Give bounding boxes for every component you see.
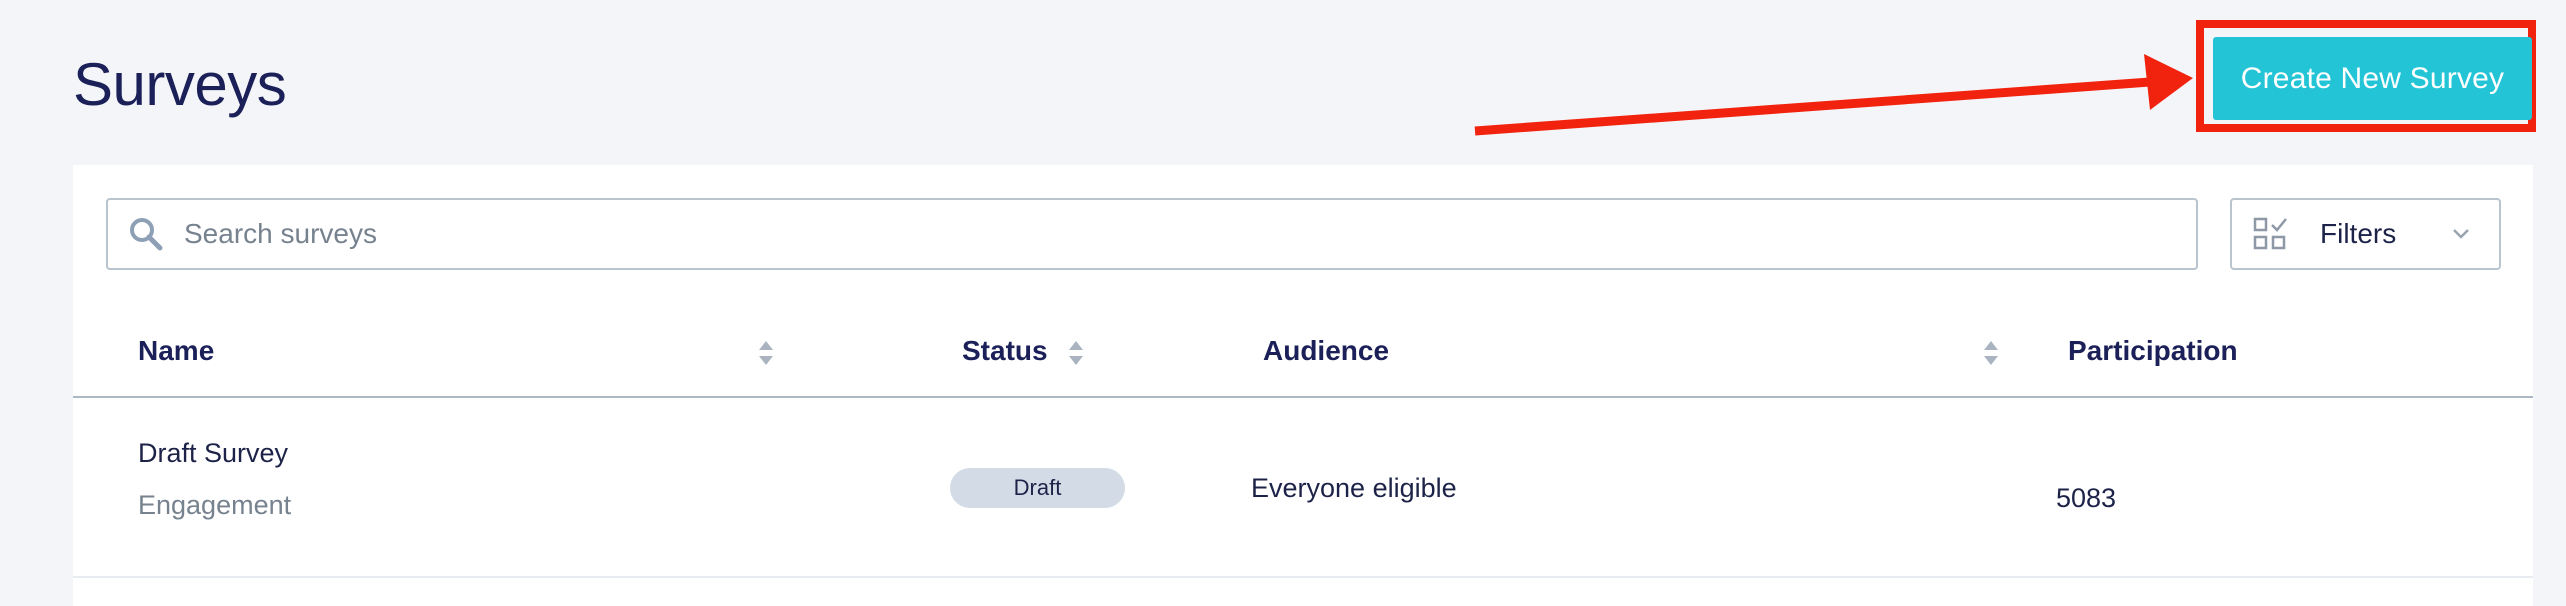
arrow-head bbox=[2144, 54, 2193, 110]
filter-grid-icon bbox=[2253, 217, 2287, 250]
column-header-name[interactable]: Name bbox=[138, 335, 214, 367]
search-box[interactable] bbox=[106, 198, 2198, 270]
filters-dropdown[interactable]: Filters bbox=[2230, 198, 2501, 270]
survey-name[interactable]: Draft Survey bbox=[138, 438, 288, 469]
column-header-status[interactable]: Status bbox=[962, 335, 1048, 367]
create-new-survey-button[interactable]: Create New Survey bbox=[2213, 37, 2532, 120]
audience-value: Everyone eligible bbox=[1251, 473, 1457, 503]
search-input[interactable] bbox=[184, 204, 2084, 264]
sort-icon-audience[interactable] bbox=[1983, 339, 1999, 367]
survey-type: Engagement bbox=[138, 490, 292, 520]
page-title: Surveys bbox=[73, 51, 287, 118]
filters-label: Filters bbox=[2320, 218, 2397, 249]
sort-icon-status[interactable] bbox=[1068, 339, 1084, 367]
column-header-participation: Participation bbox=[2068, 335, 2238, 366]
table-header: Name Status Audience Participation bbox=[73, 295, 2533, 398]
surveys-card: Filters Name Status Audience Participati… bbox=[73, 165, 2533, 606]
column-header-audience[interactable]: Audience bbox=[1263, 335, 1389, 367]
surveys-page: Surveys Create New Survey Filters bbox=[0, 0, 2566, 606]
arrow-shaft bbox=[1474, 77, 2151, 136]
search-icon bbox=[130, 218, 163, 251]
table-row[interactable]: Draft Survey Engagement Draft Everyone e… bbox=[73, 398, 2533, 578]
sort-icon-name[interactable] bbox=[758, 339, 774, 367]
participation-value: 5083 bbox=[2056, 483, 2117, 513]
chevron-down-icon bbox=[2453, 229, 2469, 239]
status-badge: Draft bbox=[950, 468, 1125, 508]
